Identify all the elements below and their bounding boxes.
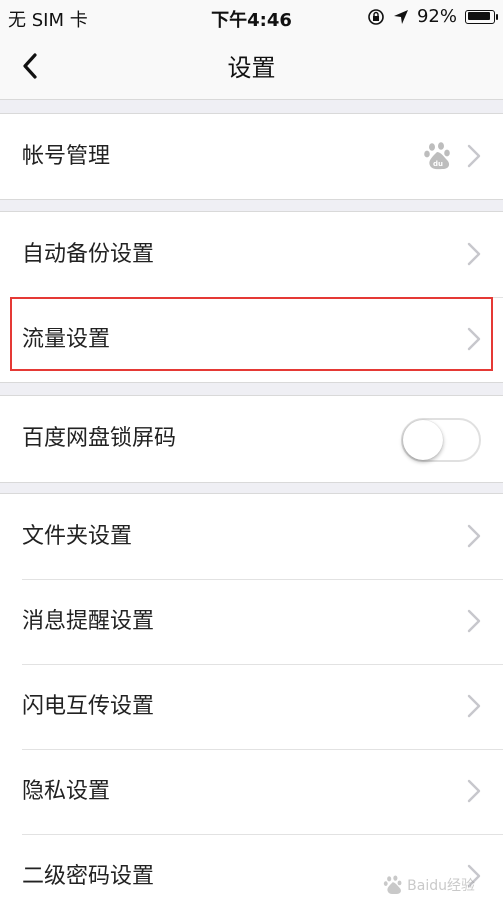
chevron-right-icon xyxy=(467,609,481,633)
toggle-knob xyxy=(403,420,443,460)
row-label: 百度网盘锁屏码 xyxy=(22,426,177,451)
settings-row-secondary-password[interactable]: 二级密码设置 xyxy=(0,834,503,919)
settings-row-traffic[interactable]: 流量设置 xyxy=(0,297,503,382)
settings-row-folder[interactable]: 文件夹设置 xyxy=(0,494,503,579)
settings-row-auto-backup[interactable]: 自动备份设置 xyxy=(0,212,503,297)
chevron-right-icon xyxy=(467,864,481,888)
other-settings-group: 文件夹设置 消息提醒设置 闪电互传设置 隐私设置 二级密码设置 xyxy=(0,493,503,919)
settings-row-privacy[interactable]: 隐私设置 xyxy=(0,749,503,834)
chevron-right-icon xyxy=(467,327,481,351)
chevron-right-icon xyxy=(467,694,481,718)
battery-icon xyxy=(465,9,498,24)
chevron-right-icon xyxy=(467,524,481,548)
settings-row-notifications[interactable]: 消息提醒设置 xyxy=(0,579,503,664)
chevron-right-icon xyxy=(467,779,481,803)
chevron-right-icon xyxy=(467,144,481,168)
battery-fill xyxy=(467,12,490,20)
battery-percent: 92% xyxy=(416,6,457,27)
row-label: 流量设置 xyxy=(22,327,111,352)
account-group: 帐号管理 du xyxy=(0,113,503,200)
row-label: 隐私设置 xyxy=(22,779,111,804)
chevron-right-icon xyxy=(467,242,481,266)
row-label: 文件夹设置 xyxy=(22,524,133,549)
settings-row-account[interactable]: 帐号管理 du xyxy=(0,114,503,199)
row-label: 二级密码设置 xyxy=(22,864,155,889)
page-title: 设置 xyxy=(227,54,276,82)
navigation-bar: 设置 xyxy=(0,36,503,100)
row-label: 自动备份设置 xyxy=(22,242,155,267)
lock-group: 百度网盘锁屏码 xyxy=(0,395,503,483)
lock-code-toggle[interactable] xyxy=(401,418,481,462)
settings-row-flash-transfer[interactable]: 闪电互传设置 xyxy=(0,664,503,749)
svg-text:du: du xyxy=(433,160,443,168)
row-label: 帐号管理 xyxy=(22,144,111,169)
settings-row-lock-code: 百度网盘锁屏码 xyxy=(0,396,503,482)
backup-group: 自动备份设置 流量设置 xyxy=(0,211,503,383)
status-bar: 无 SIM 卡 下午4:46 92% xyxy=(0,0,503,36)
location-arrow-icon xyxy=(393,9,409,25)
row-label: 消息提醒设置 xyxy=(22,609,155,634)
rotation-lock-icon xyxy=(367,8,385,26)
baidu-paw-icon: du xyxy=(423,140,455,172)
row-label: 闪电互传设置 xyxy=(22,694,155,719)
status-indicators: 92% xyxy=(367,6,498,27)
